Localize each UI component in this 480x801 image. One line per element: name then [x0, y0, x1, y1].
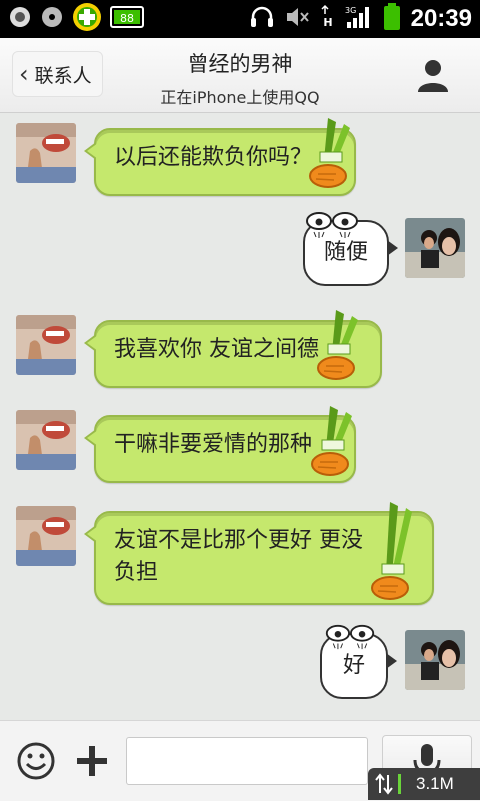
contact-avatar[interactable] [16, 410, 76, 470]
my-avatar[interactable] [405, 218, 465, 278]
upload-download-icon [375, 773, 401, 795]
svg-text:H: H [323, 16, 332, 29]
message-text-line: 友谊不是比那个更好 更没 [114, 528, 363, 553]
scallion-carrot-decoration-icon [371, 502, 412, 600]
emoji-button[interactable] [16, 741, 56, 781]
svg-text:88: 88 [120, 12, 134, 25]
record-icon [8, 5, 32, 33]
person-icon [418, 60, 448, 92]
status-bar: 88 H 3G 20:39 [0, 0, 480, 38]
message-text: 以后还能欺负你吗？ [114, 145, 313, 170]
chevron-left-icon: ‹ [19, 60, 29, 88]
plus-icon [77, 746, 107, 776]
cartoon-eyes-icon [325, 624, 375, 650]
scallion-carrot-decoration-icon [311, 406, 352, 476]
profile-button[interactable] [414, 56, 452, 94]
emoji-icon [17, 742, 55, 780]
status-time: 20:39 [410, 5, 472, 32]
contact-avatar[interactable] [16, 315, 76, 375]
network-speed-value: 3.1M [416, 774, 454, 793]
headset-icon [249, 4, 275, 34]
network-speed-badge: 3.1M [368, 768, 480, 800]
my-avatar[interactable] [405, 630, 465, 690]
message-text-line: 负担 [114, 560, 159, 585]
battery-widget-icon: 88 [110, 5, 144, 33]
signal-icon: 3G [345, 4, 373, 34]
mute-icon [285, 5, 311, 33]
chat-header: ‹ 联系人 曾经的男神 正在iPhone上使用QQ [0, 38, 480, 113]
message-text: 干嘛非要爱情的那种 [114, 432, 313, 457]
360-security-icon [72, 2, 102, 36]
contact-avatar[interactable] [16, 123, 76, 183]
cartoon-eyes-icon [306, 212, 358, 238]
message-text: 我喜欢你 友谊之间德 [114, 337, 319, 362]
battery-icon [383, 3, 401, 35]
back-label: 联系人 [34, 64, 92, 87]
message-list[interactable]: 以后还能欺负你吗？ 随便 我喜欢你 友谊之间德 干嘛非要爱情的那种 友谊不是比那… [0, 112, 480, 720]
add-attachment-button[interactable] [72, 741, 112, 781]
scallion-carrot-decoration-icon [317, 310, 358, 380]
back-button[interactable]: ‹ 联系人 [12, 51, 103, 97]
data-transfer-icon: H [321, 4, 335, 34]
contact-avatar[interactable] [16, 506, 76, 566]
message-input[interactable] [126, 737, 368, 785]
scallion-carrot-decoration-icon [309, 118, 350, 188]
disc-icon [40, 5, 64, 33]
svg-text:3G: 3G [345, 6, 356, 15]
